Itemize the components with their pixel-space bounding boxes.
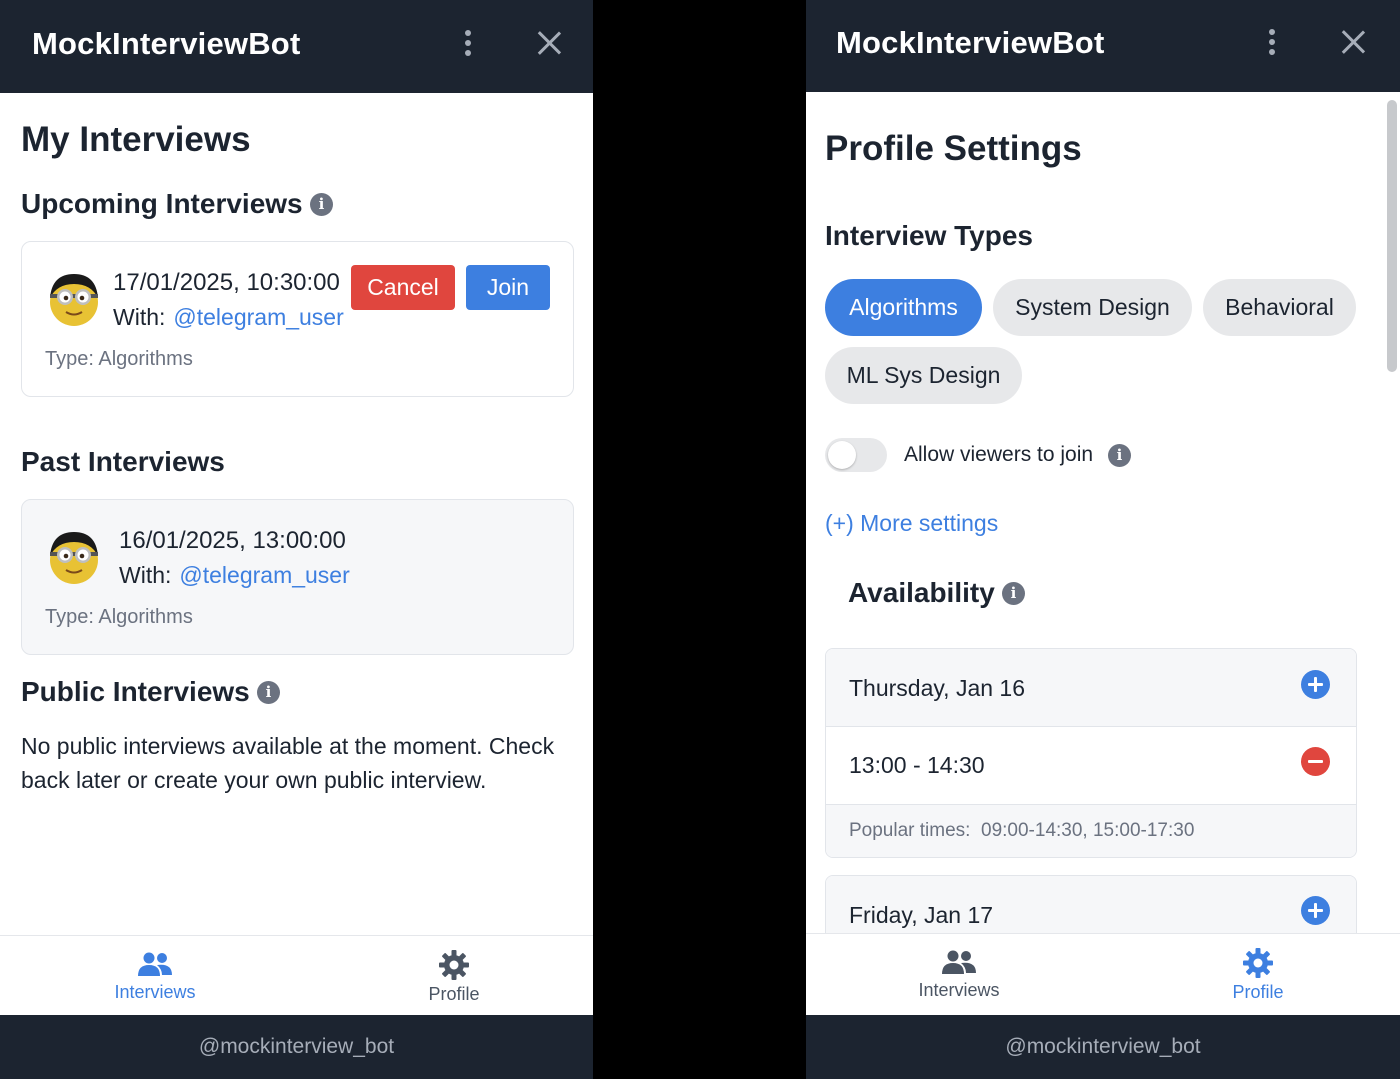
- gear-icon: [1243, 948, 1273, 978]
- app-header: MockInterviewBot: [806, 0, 1400, 92]
- more-settings-link[interactable]: (+) More settings: [825, 510, 998, 537]
- day-availability-card: Thursday, Jan 16 13:00 - 14:30 Popular t…: [825, 648, 1357, 858]
- chip-behavioral[interactable]: Behavioral: [1203, 279, 1356, 336]
- day-row: Thursday, Jan 16: [826, 649, 1356, 727]
- add-slot-icon[interactable]: [1301, 670, 1330, 699]
- allow-viewers-label: Allow viewers to join: [904, 443, 1094, 466]
- people-icon: [942, 950, 976, 974]
- close-icon[interactable]: [536, 30, 562, 56]
- popular-times-label: Popular times:: [849, 820, 971, 841]
- join-button[interactable]: Join: [466, 265, 550, 310]
- info-icon[interactable]: i: [257, 681, 280, 704]
- interview-datetime: 16/01/2025, 13:00:00: [119, 527, 346, 554]
- avatar: [50, 274, 98, 326]
- tab-interviews[interactable]: Interviews: [889, 948, 1029, 1001]
- with-label: With:: [119, 562, 172, 588]
- chip-system-design[interactable]: System Design: [993, 279, 1192, 336]
- app-title: MockInterviewBot: [836, 25, 1105, 60]
- time-slot-row: 13:00 - 14:30: [826, 727, 1356, 805]
- day-label: Thursday, Jan 16: [849, 675, 1026, 701]
- profile-screen: MockInterviewBot Profile Settings Interv…: [806, 0, 1400, 1079]
- interview-with: With: @telegram_user: [113, 304, 344, 331]
- info-icon[interactable]: i: [310, 193, 333, 216]
- interview-types-heading: Interview Types: [825, 220, 1034, 251]
- info-icon[interactable]: i: [1108, 444, 1131, 467]
- profile-content: Profile Settings Interview Types Algorit…: [806, 92, 1400, 933]
- allow-viewers-toggle[interactable]: [825, 438, 887, 472]
- interviews-content: My Interviews Upcoming Interviews i 17/0…: [0, 93, 593, 934]
- chip-ml-sys-design[interactable]: ML Sys Design: [825, 347, 1022, 404]
- remove-slot-icon[interactable]: [1301, 747, 1330, 776]
- day-row: Friday, Jan 17: [826, 876, 1356, 933]
- public-heading: Public Interviews: [21, 676, 250, 707]
- user-link[interactable]: @telegram_user: [173, 304, 343, 330]
- tab-profile[interactable]: Profile: [384, 950, 524, 1005]
- chip-algorithms[interactable]: Algorithms: [825, 279, 982, 336]
- bottom-nav: Interviews Profile: [0, 935, 593, 1015]
- user-link[interactable]: @telegram_user: [179, 562, 349, 588]
- interview-type: Type: Algorithms: [45, 348, 193, 370]
- info-icon[interactable]: i: [1002, 582, 1025, 605]
- cancel-button[interactable]: Cancel: [351, 265, 455, 310]
- popular-times-row: Popular times: 09:00-14:30, 15:00-17:30: [826, 805, 1356, 857]
- upcoming-interview-card: 17/01/2025, 10:30:00 With: @telegram_user…: [21, 241, 574, 397]
- footer-bot-handle: @mockinterview_bot: [806, 1015, 1400, 1079]
- with-label: With:: [113, 304, 166, 330]
- past-heading: Past Interviews: [21, 446, 225, 477]
- interview-with: With: @telegram_user: [119, 562, 350, 589]
- interview-datetime: 17/01/2025, 10:30:00: [113, 269, 340, 296]
- app-title: MockInterviewBot: [32, 26, 301, 61]
- more-menu-icon[interactable]: [1265, 27, 1279, 59]
- add-slot-icon[interactable]: [1301, 896, 1330, 925]
- day-label: Friday, Jan 17: [849, 902, 994, 928]
- time-slot-label: 13:00 - 14:30: [849, 752, 985, 778]
- tab-label: Interviews: [114, 982, 196, 1002]
- tab-label: Profile: [1232, 982, 1284, 1002]
- more-menu-icon[interactable]: [461, 28, 475, 60]
- page-title: Profile Settings: [825, 129, 1082, 168]
- interview-type: Type: Algorithms: [45, 606, 193, 628]
- gear-icon: [439, 950, 469, 980]
- tab-interviews[interactable]: Interviews: [85, 950, 225, 1003]
- interviews-screen: MockInterviewBot My Interviews Upcoming …: [0, 0, 593, 1079]
- tab-label: Interviews: [918, 980, 1000, 1000]
- public-empty-text: No public interviews available at the mo…: [21, 733, 555, 793]
- avatar: [50, 532, 98, 584]
- availability-heading: Availability: [848, 577, 995, 608]
- past-interview-card: 16/01/2025, 13:00:00 With: @telegram_user…: [21, 499, 574, 655]
- upcoming-heading: Upcoming Interviews: [21, 188, 303, 219]
- people-icon: [138, 952, 172, 976]
- bottom-nav: Interviews Profile: [806, 933, 1400, 1013]
- close-icon[interactable]: [1340, 29, 1366, 55]
- popular-times-text: Popular times: 09:00-14:30, 15:00-17:30: [849, 820, 1194, 842]
- scrollbar[interactable]: [1387, 100, 1397, 372]
- tab-label: Profile: [428, 984, 480, 1004]
- app-header: MockInterviewBot: [0, 0, 593, 93]
- popular-times-value: 09:00-14:30, 15:00-17:30: [981, 820, 1195, 841]
- footer-bot-handle: @mockinterview_bot: [0, 1015, 593, 1079]
- tab-profile[interactable]: Profile: [1188, 948, 1328, 1003]
- day-availability-card: Friday, Jan 17: [825, 875, 1357, 933]
- page-title: My Interviews: [21, 120, 251, 159]
